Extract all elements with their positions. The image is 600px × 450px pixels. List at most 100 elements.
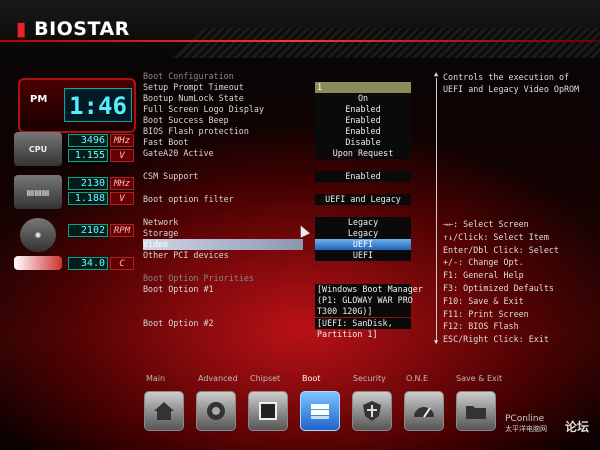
memory-frequency: 2130 — [68, 177, 108, 190]
memory-icon: ▤▤▤ — [14, 175, 62, 209]
cpu-frequency: 3496 — [68, 134, 108, 147]
setting-label: CSM Support — [143, 171, 199, 181]
scrollbar-track — [436, 78, 437, 340]
setting-row[interactable]: Full Screen Logo Display Enabled — [143, 104, 418, 115]
setting-value[interactable]: Enabled — [315, 115, 411, 126]
tab-save-exit[interactable]: Save & Exit — [456, 374, 502, 383]
tab-chipset[interactable]: Chipset — [250, 374, 280, 383]
setting-row[interactable]: CSM Support Enabled — [143, 171, 418, 182]
memory-voltage: 1.188 — [68, 192, 108, 205]
setting-label: Boot Success Beep — [143, 115, 229, 125]
setting-label: Bootup NumLock State — [143, 93, 244, 103]
main-button[interactable] — [144, 391, 184, 431]
boot-option-2-cont: Partition 1] — [143, 329, 418, 340]
setting-label: Boot Option #2 — [143, 318, 214, 328]
setting-row[interactable]: GateA20 Active Upon Request — [143, 148, 418, 159]
boot-option-2-line[interactable]: Partition 1] — [315, 329, 411, 340]
setting-value[interactable]: Enabled — [315, 171, 411, 182]
setting-label: Network — [143, 217, 179, 227]
clock-frame: PM 1:46 — [18, 78, 136, 133]
setting-row[interactable]: Storage Legacy — [143, 228, 418, 239]
key-hint: →←: Select Screen — [443, 219, 529, 229]
scroll-down-icon[interactable]: ▼ — [434, 338, 438, 346]
setting-row[interactable]: BIOS Flash protection Enabled — [143, 126, 418, 137]
boot-option-2-line[interactable]: [UEFI: SanDisk, — [315, 318, 411, 329]
boot-configuration-title: Boot Configuration — [143, 71, 234, 81]
memory-voltage-unit: V — [110, 192, 134, 205]
setting-label: Other PCI devices — [143, 250, 229, 260]
setting-value[interactable]: UEFI — [315, 250, 411, 261]
setting-value[interactable]: Enabled — [315, 126, 411, 137]
setting-value[interactable]: Upon Request — [315, 148, 411, 159]
scroll-up-icon[interactable]: ▲ — [434, 70, 438, 78]
setting-value[interactable]: Legacy — [315, 217, 411, 228]
setting-label: Setup Prompt Timeout — [143, 82, 244, 92]
setting-value[interactable]: On — [315, 93, 411, 104]
fan-speed: 2102 — [68, 224, 108, 237]
temperature-unit: C — [110, 257, 134, 270]
clock-display: 1:46 — [64, 88, 132, 122]
setting-value[interactable]: 1 — [315, 82, 411, 93]
boot-priorities-title: Boot Option Priorities — [143, 273, 254, 283]
setting-value-row: UEFI — [143, 239, 418, 250]
security-button[interactable] — [352, 391, 392, 431]
key-hint: F3: Optimized Defaults — [443, 282, 554, 293]
key-hint: F1: General Help — [443, 270, 524, 281]
help-description: Controls the execution of UEFI and Legac… — [443, 72, 580, 94]
top-stripes — [170, 28, 600, 58]
boot-button[interactable] — [300, 391, 340, 431]
pm-label: PM — [30, 94, 48, 105]
boot-option-1-row[interactable]: Boot Option #1 [Windows Boot Manager — [143, 284, 423, 295]
setting-row[interactable]: Fast Boot Disable — [143, 137, 418, 148]
boot-option-1-cont: (P1: GLOWAY WAR PRO — [143, 295, 418, 306]
setting-row[interactable]: Boot Success Beep Enabled — [143, 115, 418, 126]
setting-row[interactable]: Other PCI devices UEFI — [143, 250, 418, 261]
tab-advanced[interactable]: Advanced — [198, 374, 238, 383]
help-scrollbar[interactable]: ▲ ▼ — [434, 70, 439, 347]
menu-buttons — [140, 391, 540, 433]
one-button[interactable] — [404, 391, 444, 431]
folder-icon — [466, 406, 486, 419]
setting-label: Boot option filter — [143, 194, 234, 204]
chipset-button[interactable] — [248, 391, 288, 431]
tab-boot[interactable]: Boot — [302, 374, 320, 383]
menu-tabs: Main Advanced Chipset Boot Security O.N.… — [140, 374, 540, 386]
temperature-value: 34.0 — [68, 257, 108, 270]
setting-row[interactable]: Network Legacy — [143, 217, 418, 228]
setting-row[interactable]: Boot option filter UEFI and Legacy — [143, 194, 418, 205]
setting-value[interactable]: UEFI and Legacy — [315, 194, 411, 205]
key-hint: +/-: Change Opt. — [443, 257, 524, 268]
setting-value-selected[interactable]: UEFI — [315, 239, 411, 250]
boot-option-2-row[interactable]: Boot Option #2 [UEFI: SanDisk, — [143, 318, 418, 329]
boot-option-1-line[interactable]: [Windows Boot Manager — [315, 284, 423, 295]
home-icon — [154, 402, 174, 420]
boot-option-1-line[interactable]: T300 120G)] — [315, 306, 411, 317]
key-hint: F12: BIOS Flash — [443, 321, 519, 332]
setting-label: BIOS Flash protection — [143, 126, 249, 136]
key-hint: F10: Save & Exit — [443, 295, 524, 306]
gauge-icon — [414, 407, 434, 418]
setting-label: Fast Boot — [143, 137, 189, 147]
setting-label: Storage — [143, 228, 179, 238]
setting-row[interactable]: Setup Prompt Timeout 1 — [143, 82, 418, 93]
setting-value[interactable]: Disable — [315, 137, 411, 148]
tab-one[interactable]: O.N.E — [406, 374, 428, 383]
save-exit-button[interactable] — [456, 391, 496, 431]
key-hint: Enter/Dbl Click: Select — [443, 244, 559, 255]
top-bar: ▮ BIOSTAR — [0, 0, 600, 62]
tab-main[interactable]: Main — [146, 374, 165, 383]
drive-icon — [311, 404, 329, 419]
setting-label: GateA20 Active — [143, 148, 214, 158]
top-red-line — [0, 40, 600, 42]
memory-frequency-unit: MHz — [110, 177, 134, 190]
setting-row[interactable]: Bootup NumLock State On — [143, 93, 418, 104]
boot-option-1-cont: T300 120G)] — [143, 306, 418, 317]
cpu-voltage: 1.155 — [68, 149, 108, 162]
advanced-button[interactable] — [196, 391, 236, 431]
watermark-forum: 论坛 — [565, 420, 590, 434]
boot-option-1-line[interactable]: (P1: GLOWAY WAR PRO — [315, 295, 413, 306]
tab-security[interactable]: Security — [353, 374, 386, 383]
setting-value[interactable]: Legacy — [315, 228, 411, 239]
key-hint: ↑↓/Click: Select Item — [443, 231, 549, 242]
setting-value[interactable]: Enabled — [315, 104, 411, 115]
